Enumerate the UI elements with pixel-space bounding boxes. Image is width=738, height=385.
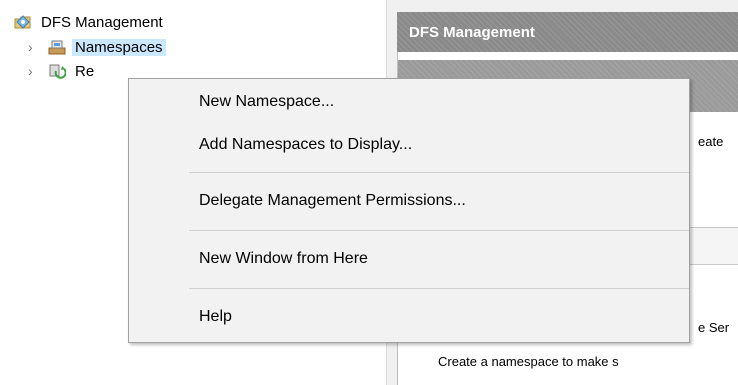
tree-item-namespaces[interactable]: Namespaces: [48, 35, 166, 59]
menu-item-new-namespace[interactable]: New Namespace...: [129, 82, 689, 122]
partial-text: Create a namespace to make s: [438, 354, 619, 369]
context-menu: New Namespace... Add Namespaces to Displ…: [128, 78, 690, 343]
menu-item-new-window-from-here[interactable]: New Window from Here: [129, 239, 689, 279]
tree-item-label: Namespaces: [72, 38, 166, 56]
menu-item-label: New Namespace...: [199, 93, 335, 110]
tree-item-dfs-management[interactable]: DFS Management: [14, 10, 166, 34]
menu-item-delegate-management-permissions[interactable]: Delegate Management Permissions...: [129, 181, 689, 221]
details-title: DFS Management: [409, 23, 535, 41]
tree-item-label: DFS Management: [41, 13, 163, 31]
menu-separator: [189, 172, 689, 173]
menu-item-label: New Window from Here: [199, 250, 368, 267]
partial-text: e Ser: [698, 320, 730, 335]
namespaces-icon: [48, 40, 66, 55]
details-header: DFS Management: [397, 12, 738, 52]
menu-item-help[interactable]: Help: [129, 297, 689, 337]
replication-icon: [49, 64, 66, 79]
chevron-right-icon[interactable]: ›: [28, 64, 42, 78]
dfs-management-icon: [14, 15, 31, 29]
chevron-right-icon[interactable]: ›: [28, 40, 42, 54]
menu-separator: [189, 230, 689, 231]
menu-item-label: Delegate Management Permissions...: [199, 192, 466, 209]
tree-item-replication[interactable]: Re: [48, 59, 97, 83]
tree-item-label: Re: [75, 62, 95, 80]
menu-separator: [189, 288, 689, 289]
menu-item-label: Add Namespaces to Display...: [199, 136, 413, 153]
partial-text: eate: [698, 134, 724, 149]
menu-item-label: Help: [199, 308, 232, 325]
menu-item-add-namespaces-to-display[interactable]: Add Namespaces to Display...: [129, 125, 689, 165]
